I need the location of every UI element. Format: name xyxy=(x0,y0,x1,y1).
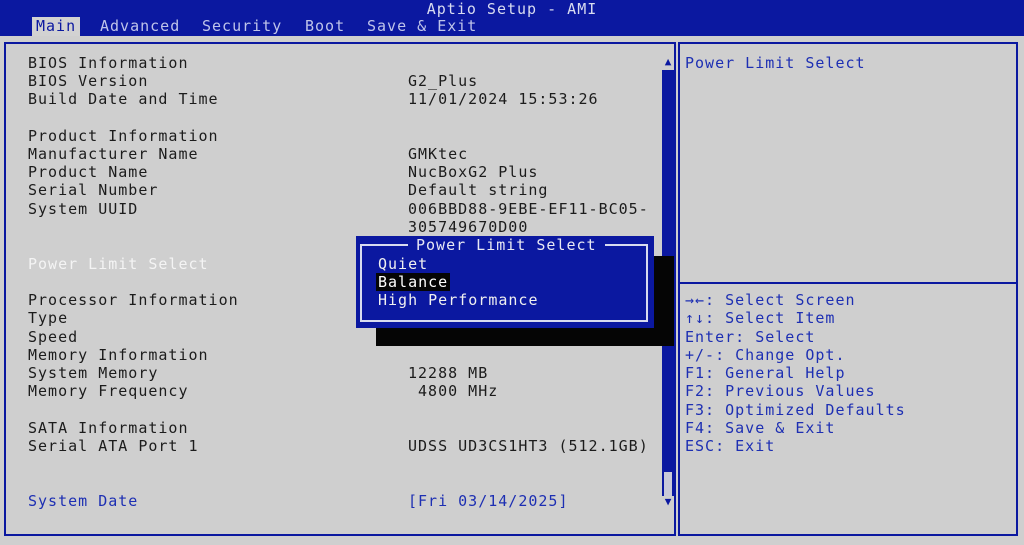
popup-title: Power Limit Select xyxy=(408,236,605,254)
build-date-label: Build Date and Time xyxy=(28,90,219,108)
help-key-previous-values: F2: Previous Values xyxy=(685,382,876,400)
memory-frequency-value: 4800 MHz xyxy=(408,382,499,400)
bios-version-value: G2_Plus xyxy=(408,72,479,90)
product-info-heading: Product Information xyxy=(28,127,219,145)
processor-speed-label: Speed xyxy=(28,328,79,346)
tab-security[interactable]: Security xyxy=(198,17,286,36)
tab-main[interactable]: Main xyxy=(32,17,81,36)
scroll-up-arrow-icon[interactable]: ▲ xyxy=(662,56,674,68)
help-key-optimized-defaults: F3: Optimized Defaults xyxy=(685,401,906,419)
processor-info-heading: Processor Information xyxy=(28,291,239,309)
system-uuid-value-cont: 305749670D00 xyxy=(408,218,529,236)
sata-info-heading: SATA Information xyxy=(28,419,189,437)
sata-port-value: UDSS UD3CS1HT3 (512.1GB) xyxy=(408,437,649,455)
tab-boot[interactable]: Boot xyxy=(301,17,349,36)
system-memory-value: 12288 MB xyxy=(408,364,489,382)
sata-port-label: Serial ATA Port 1 xyxy=(28,437,199,455)
help-key-save-exit: F4: Save & Exit xyxy=(685,419,836,437)
system-date-value[interactable]: [Fri 03/14/2025] xyxy=(408,492,569,510)
build-date-value: 11/01/2024 15:53:26 xyxy=(408,90,599,108)
help-key-select-screen: →←: Select Screen xyxy=(685,291,856,309)
memory-frequency-label: Memory Frequency xyxy=(28,382,189,400)
product-name-value: NucBoxG2 Plus xyxy=(408,163,539,181)
help-key-change-opt: +/-: Change Opt. xyxy=(685,346,846,364)
system-memory-label: System Memory xyxy=(28,364,159,382)
help-divider xyxy=(680,282,1016,284)
memory-info-heading: Memory Information xyxy=(28,346,209,364)
bios-version-label: BIOS Version xyxy=(28,72,149,90)
window-title: Aptio Setup - AMI xyxy=(426,0,598,18)
product-name-label: Product Name xyxy=(28,163,149,181)
system-date-label[interactable]: System Date xyxy=(28,492,138,510)
help-key-select-item: ↑↓: Select Item xyxy=(685,309,836,327)
serial-number-value: Default string xyxy=(408,181,549,199)
tab-advanced[interactable]: Advanced xyxy=(96,17,184,36)
help-key-enter: Enter: Select xyxy=(685,328,816,346)
power-limit-popup: Power Limit Select Quiet Balance High Pe… xyxy=(356,236,654,328)
processor-type-label: Type xyxy=(28,309,69,327)
manufacturer-value: GMKtec xyxy=(408,145,469,163)
scrollbar-thumb[interactable] xyxy=(664,472,672,496)
option-quiet[interactable]: Quiet xyxy=(376,255,430,273)
power-limit-select-item[interactable]: Power Limit Select xyxy=(28,255,209,273)
manufacturer-label: Manufacturer Name xyxy=(28,145,199,163)
scroll-down-arrow-icon[interactable]: ▼ xyxy=(662,496,674,508)
help-key-general-help: F1: General Help xyxy=(685,364,846,382)
tab-save-exit[interactable]: Save & Exit xyxy=(363,17,481,36)
help-frame xyxy=(678,42,1018,536)
help-description: Power Limit Select xyxy=(685,54,866,72)
serial-number-label: Serial Number xyxy=(28,181,159,199)
system-uuid-value: 006BBD88-9EBE-EF11-BC05- xyxy=(408,200,649,218)
option-high-performance[interactable]: High Performance xyxy=(376,291,541,309)
bios-info-heading: BIOS Information xyxy=(28,54,189,72)
help-key-esc: ESC: Exit xyxy=(685,437,776,455)
system-uuid-label: System UUID xyxy=(28,200,139,218)
option-balance[interactable]: Balance xyxy=(376,273,451,291)
